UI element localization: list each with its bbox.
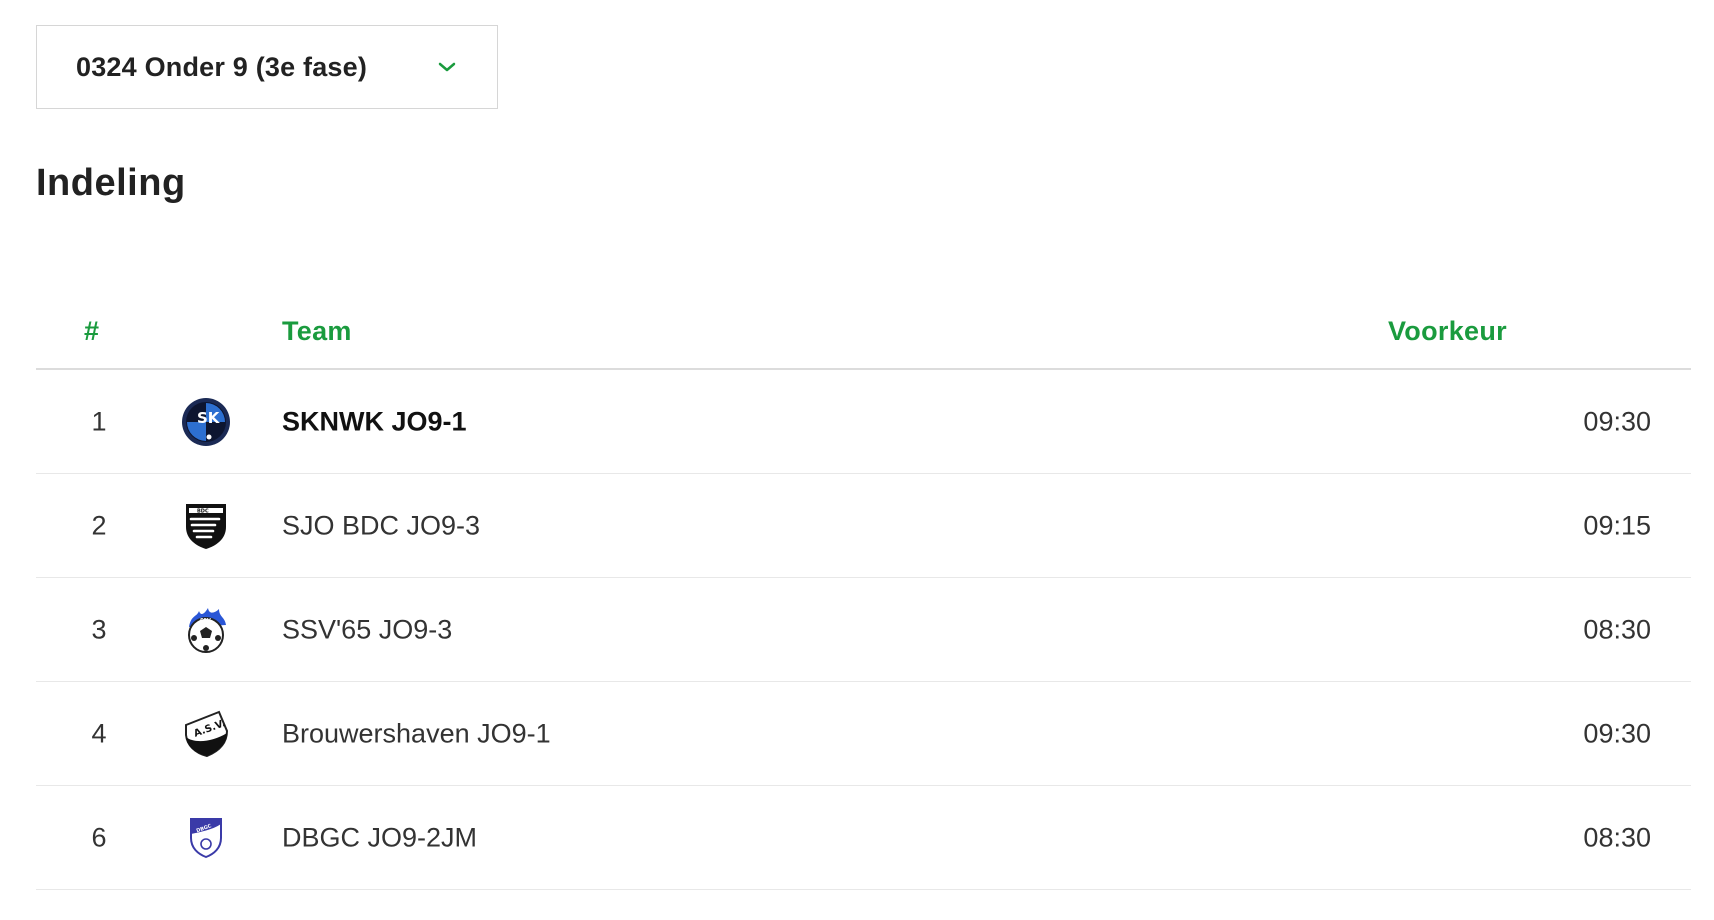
preference-time: 08:30 xyxy=(1583,614,1651,644)
section-title: Indeling xyxy=(36,162,186,204)
standings-table: # Team Voorkeur 1 SK SKNWK JO9-1 09:30 2… xyxy=(36,300,1691,890)
asv-shield-icon: A.S.V. xyxy=(185,710,229,757)
team-name[interactable]: SJO BDC JO9-3 xyxy=(282,510,480,541)
club-logo: BDC xyxy=(180,500,232,552)
row-position: 1 xyxy=(91,406,107,436)
row-position: 4 xyxy=(91,718,107,748)
team-name[interactable]: DBGC JO9-2JM xyxy=(282,822,477,853)
header-position: # xyxy=(84,316,100,346)
chevron-down-icon xyxy=(438,62,456,72)
table-row[interactable]: 4 A.S.V. Brouwershaven JO9-1 09:30 xyxy=(36,682,1691,786)
club-logo: SSV xyxy=(180,604,232,656)
bdc-shield-icon: BDC xyxy=(186,503,226,549)
table-row[interactable]: 1 SK SKNWK JO9-1 09:30 xyxy=(36,370,1691,474)
table-row[interactable]: 3 SSV SSV'65 JO9-3 08:30 xyxy=(36,578,1691,682)
svg-text:BDC: BDC xyxy=(197,508,209,514)
team-name[interactable]: SKNWK JO9-1 xyxy=(282,406,467,437)
dbgc-shield-icon: DBGC xyxy=(190,817,222,858)
team-name[interactable]: Brouwershaven JO9-1 xyxy=(282,718,551,749)
team-name[interactable]: SSV'65 JO9-3 xyxy=(282,614,452,645)
competition-select[interactable]: 0324 Onder 9 (3e fase) xyxy=(36,25,498,109)
row-position: 2 xyxy=(91,510,107,540)
club-logo: A.S.V. xyxy=(180,708,232,760)
page: 0324 Onder 9 (3e fase) Indeling # Team V… xyxy=(0,0,1714,920)
preference-time: 09:30 xyxy=(1583,718,1651,748)
ssv-ball-icon: SSV xyxy=(188,607,226,653)
competition-select-label: 0324 Onder 9 (3e fase) xyxy=(76,51,368,82)
preference-time: 09:30 xyxy=(1583,406,1651,436)
svg-text:SK: SK xyxy=(197,409,221,427)
table-header: # Team Voorkeur xyxy=(36,300,1691,370)
sknwk-logo-icon: SK xyxy=(182,397,230,446)
header-preference: Voorkeur xyxy=(1388,316,1507,346)
club-logo: SK xyxy=(180,396,232,448)
preference-time: 08:30 xyxy=(1583,822,1651,852)
table-row[interactable]: 2 BDC SJO BDC JO9-3 09:15 xyxy=(36,474,1691,578)
row-position: 6 xyxy=(91,822,107,852)
header-team: Team xyxy=(282,316,352,346)
table-row[interactable]: 6 DBGC DBGC JO9-2JM 08:30 xyxy=(36,786,1691,890)
club-logo: DBGC xyxy=(180,812,232,864)
preference-time: 09:15 xyxy=(1583,510,1651,540)
row-position: 3 xyxy=(91,614,107,644)
svg-text:SSV: SSV xyxy=(200,618,211,624)
